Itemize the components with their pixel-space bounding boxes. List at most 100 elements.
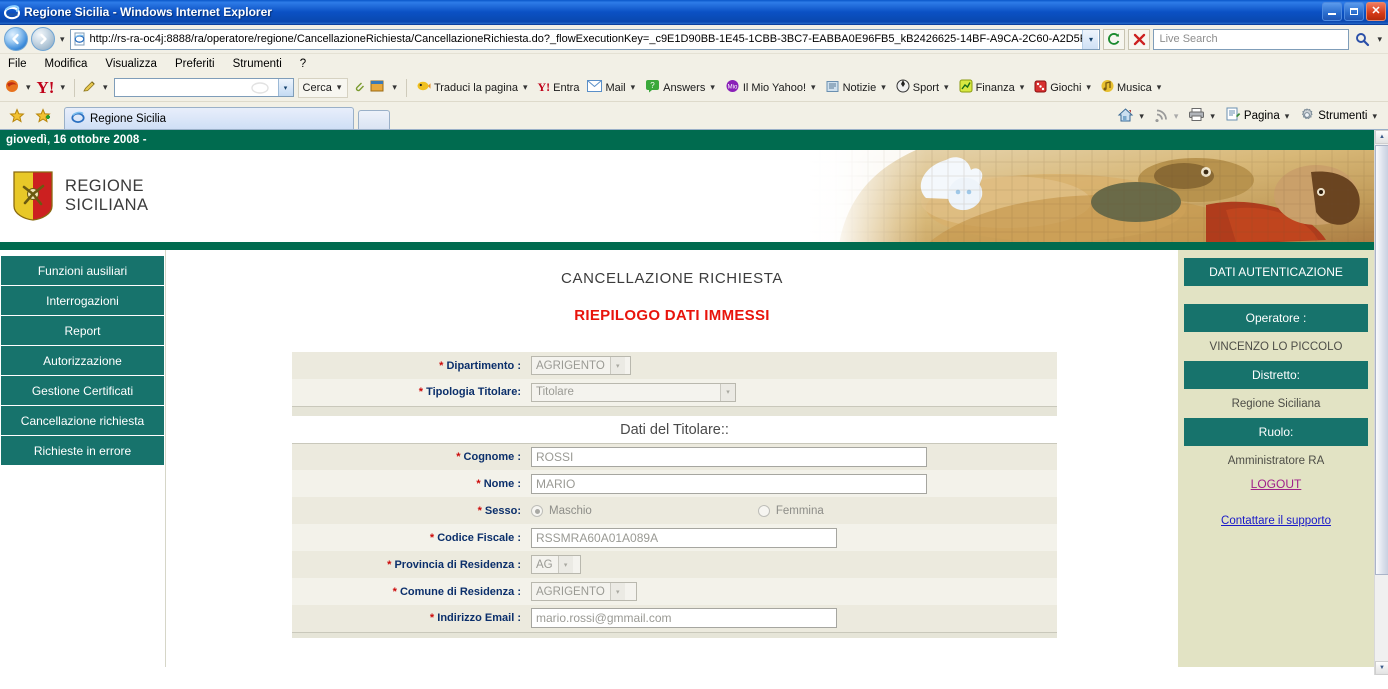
chevron-down-icon[interactable]: ▾ [879,82,888,93]
yahoo-item-entra[interactable]: Y! Entra [535,80,581,95]
radio-femmina[interactable] [757,504,770,517]
chevron-down-icon[interactable]: ▾ [708,82,717,93]
chevron-down-icon[interactable]: ▾ [1155,82,1164,93]
chevron-down-icon[interactable]: ▾ [521,82,530,93]
menu-item-preferiti[interactable]: Preferiti [175,58,215,70]
favorites-center-icon[interactable] [6,103,28,129]
tools-menu-button[interactable]: Strumenti ▾ [1296,105,1382,127]
cerca-caret-icon[interactable]: ▾ [335,82,344,93]
menu-item-visualizza[interactable]: Visualizza [105,58,157,70]
cerca-button[interactable]: Cerca ▾ [297,77,349,98]
chevron-down-icon[interactable]: ▾ [1084,82,1093,93]
ruolo-label: Ruolo: [1184,418,1368,446]
pencil-caret-icon[interactable]: ▾ [101,82,110,93]
select-comune-residenza[interactable]: AGRIGENTO ▾ [531,582,637,601]
yahoo-toolbar: ▾ Y! ▾ ▾ ▾ Cerca ▾ ▾ Traduci la pagina ▾… [0,74,1388,102]
scroll-down-arrow-icon[interactable]: ▼ [1375,661,1388,675]
input-value: ROSSI [536,449,574,464]
menu-item-help[interactable]: ? [300,58,306,70]
yahoo-item-mio-yahoo[interactable]: Mio Il Mio Yahoo! ▾ [723,79,820,96]
input-indirizzo-email[interactable]: mario.rossi@gmmail.com [531,608,837,629]
bookmarks-caret-icon[interactable]: ▾ [390,82,399,93]
refresh-button[interactable] [1103,28,1126,50]
menu-item-modifica[interactable]: Modifica [45,58,88,70]
toolbar-separator-2 [405,78,407,97]
yahoo-item-sport[interactable]: Sport ▾ [894,79,953,96]
firefox-globe-icon[interactable] [4,78,20,97]
restore-button[interactable] [1344,2,1364,21]
sidebar-item-cancellazione-richiesta[interactable]: Cancellazione richiesta [1,406,164,436]
yahoo-item-mail[interactable]: Mail ▾ [585,80,639,95]
tools-caret-icon[interactable]: ▾ [1370,111,1379,122]
yahoo-item-giochi[interactable]: Giochi ▾ [1032,80,1095,96]
yahoo-item-label: Sport [912,81,940,94]
menu-item-strumenti[interactable]: Strumenti [233,58,282,70]
sidebar-item-gestione-certificati[interactable]: Gestione Certificati [1,376,164,406]
bookmarks-icon[interactable] [370,79,386,96]
logout-link[interactable]: LOGOUT [1184,475,1368,509]
sidebar-item-richieste-in-errore[interactable]: Richieste in errore [1,436,164,466]
support-link[interactable]: Contattare il supporto [1184,509,1368,527]
sidebar-item-interrogazioni[interactable]: Interrogazioni [1,286,164,316]
address-dropdown-icon[interactable]: ▾ [1082,29,1099,49]
history-dropdown-caret-icon[interactable]: ▾ [58,34,67,45]
pencil-icon[interactable] [82,79,97,97]
home-caret-icon[interactable]: ▾ [1137,111,1146,122]
chevron-down-icon[interactable]: ▾ [942,82,951,93]
home-button[interactable]: ▾ [1114,105,1149,127]
yahoo-logo-icon[interactable]: Y! [37,79,55,96]
form-row-nome: * Nome : MARIO [292,470,1057,497]
back-button[interactable] [4,27,28,51]
input-cognome[interactable]: ROSSI [531,446,927,467]
sidebar-item-label: Report [64,323,101,338]
input-codice-fiscale[interactable]: RSSMRA60A01A089A [531,527,837,548]
search-go-icon[interactable] [1352,29,1372,50]
yahoo-item-notizie[interactable]: Notizie ▾ [824,80,890,96]
minimize-button[interactable] [1322,2,1342,21]
close-button[interactable]: ✕ [1366,2,1386,21]
yahoo-logo-caret-icon[interactable]: ▾ [58,82,67,93]
sidebar-item-autorizzazione[interactable]: Autorizzazione [1,346,164,376]
yahoo-item-traduci[interactable]: Traduci la pagina ▾ [414,79,532,96]
page-scrollbar[interactable]: ▲ ▼ [1374,130,1388,675]
chevron-down-icon[interactable]: ▾ [720,383,735,401]
yahoo-search-input[interactable]: ▾ [113,78,294,97]
menu-item-file[interactable]: File [8,58,27,70]
print-button[interactable]: ▾ [1185,105,1220,127]
form-bottom-divider [292,631,1057,638]
tab-regione-sicilia[interactable]: Regione Sicilia [64,107,354,129]
forward-button[interactable] [31,27,55,51]
yahoo-search-caret-icon[interactable]: ▾ [277,79,293,96]
attachment-icon[interactable] [352,79,366,96]
yahoo-item-finanza[interactable]: Finanza ▾ [957,79,1029,96]
page-caret-icon[interactable]: ▾ [1283,111,1292,122]
select-tipologia-titolare[interactable]: Titolare ▾ [531,382,736,402]
chevron-down-icon[interactable]: ▾ [629,82,638,93]
scroll-up-arrow-icon[interactable]: ▲ [1375,130,1388,144]
search-dropdown-caret-icon[interactable]: ▾ [1375,34,1384,45]
chevron-down-icon[interactable]: ▾ [809,82,818,93]
scrollbar-thumb[interactable] [1375,145,1388,575]
chevron-down-icon[interactable]: ▾ [609,583,625,600]
address-bar[interactable]: http://rs-ra-oc4j:8888/ra/operatore/regi… [69,28,1101,50]
feeds-button[interactable]: ▾ [1151,105,1184,127]
radio-maschio[interactable] [531,504,543,517]
distretto-value: Regione Siciliana [1231,398,1321,410]
yahoo-item-musica[interactable]: Musica ▾ [1099,79,1165,96]
firefox-caret-icon[interactable]: ▾ [24,82,33,93]
search-input[interactable]: Live Search [1153,28,1350,50]
stop-button[interactable] [1128,28,1151,50]
new-tab-button[interactable] [358,110,390,129]
add-to-favorites-icon[interactable] [32,103,54,129]
sidebar-item-report[interactable]: Report [1,316,164,346]
select-provincia-residenza[interactable]: AG ▾ [531,555,581,574]
select-dipartimento[interactable]: AGRIGENTO ▾ [531,356,631,375]
print-caret-icon[interactable]: ▾ [1208,111,1217,122]
sidebar-item-funzioni-ausiliari[interactable]: Funzioni ausiliari [1,256,164,286]
chevron-down-icon[interactable]: ▾ [557,556,573,573]
yahoo-item-answers[interactable]: ? Answers ▾ [643,79,719,96]
chevron-down-icon[interactable]: ▾ [1018,82,1027,93]
input-nome[interactable]: MARIO [531,473,927,494]
page-menu-button[interactable]: Pagina ▾ [1222,105,1294,127]
chevron-down-icon[interactable]: ▾ [609,357,625,374]
